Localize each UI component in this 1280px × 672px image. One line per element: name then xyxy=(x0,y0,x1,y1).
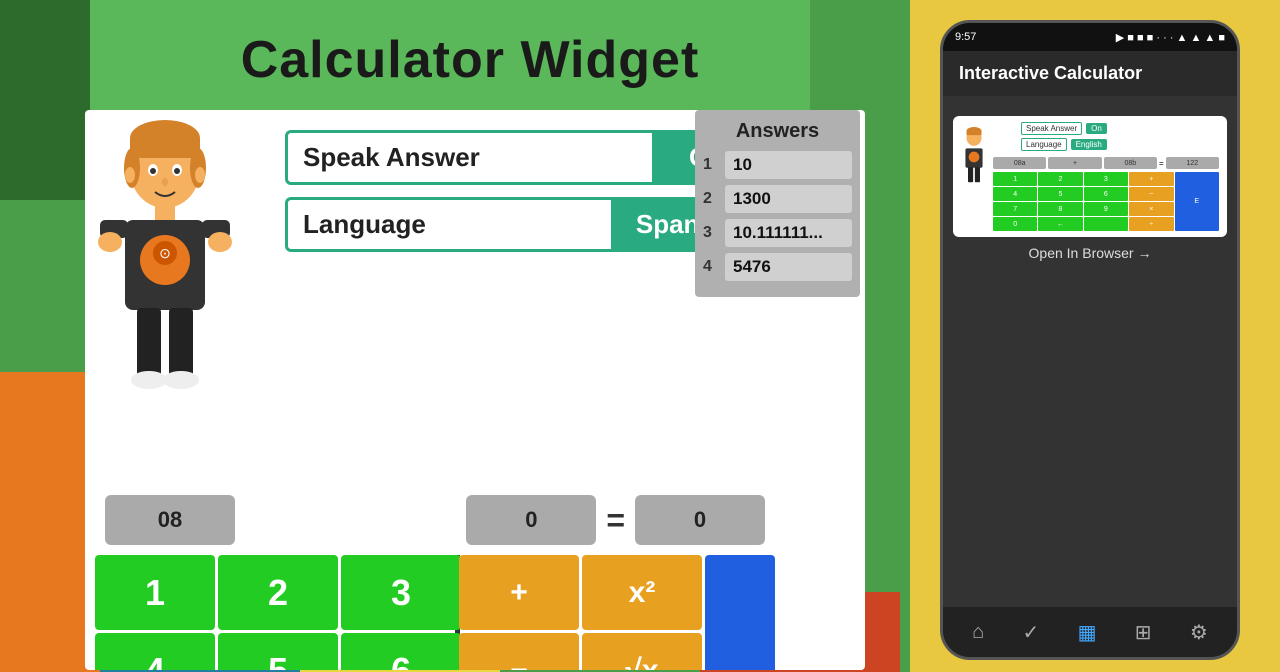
number-keypad: 1 2 3 4 5 6 7 8 9 0 ← xyxy=(95,555,461,670)
phone-lang-val: English xyxy=(1071,139,1107,150)
key-plus[interactable]: + xyxy=(459,555,579,630)
answer-num-3: 3 xyxy=(703,224,721,242)
language-control[interactable]: Language Spanish xyxy=(285,197,765,252)
answer-row-1: 1 10 xyxy=(703,151,852,179)
answer-val-4: 5476 xyxy=(725,253,852,281)
key-1[interactable]: 1 xyxy=(95,555,215,630)
page-title: Calculator Widget xyxy=(130,30,810,90)
phone-time: 9:57 xyxy=(955,31,976,43)
phone-preview-wrapper: Speak Answer On Language English 08a + 0… xyxy=(959,122,1221,231)
answers-panel: Answers 1 10 2 1300 3 10.111111... 4 547… xyxy=(695,110,860,297)
phone-lang-label: Language xyxy=(1021,138,1067,151)
phone-key-4: 4 xyxy=(993,187,1037,201)
phone-nav-calc[interactable]: ▦ xyxy=(1078,620,1097,645)
answers-title: Answers xyxy=(703,120,852,143)
phone-op-minus: − xyxy=(1129,187,1174,201)
display-right: 0 xyxy=(635,495,765,545)
enter-button[interactable]: ENTER xyxy=(705,555,775,670)
answer-row-2: 2 1300 xyxy=(703,185,852,213)
phone-nav-bar: ⌂ ✓ ▦ ⊞ ⚙ xyxy=(943,607,1237,657)
phone-header: Interactive Calculator xyxy=(943,51,1237,96)
phone-enter: E xyxy=(1175,172,1220,231)
answer-num-2: 2 xyxy=(703,190,721,208)
phone-calculator-preview: Speak Answer On Language English 08a + 0… xyxy=(953,116,1227,237)
key-3[interactable]: 3 xyxy=(341,555,461,630)
phone-op-plus: + xyxy=(1129,172,1174,186)
phone-key-7: 7 xyxy=(993,202,1037,216)
phone-op-x: × xyxy=(1129,202,1174,216)
phone-disp-a: 08a xyxy=(993,157,1046,169)
phone-display-row: 08a + 08b = 122 xyxy=(991,157,1221,169)
phone-icons: ▶ ■ ■ ■ · · · ▲ ▲ ▲ ■ xyxy=(1116,31,1225,44)
speak-answer-control[interactable]: Speak Answer On xyxy=(285,130,765,185)
bg-left-dark xyxy=(0,0,90,200)
avatar-area: ⊙ xyxy=(95,120,275,400)
answer-val-1: 10 xyxy=(725,151,852,179)
phone-nav-check[interactable]: ✓ xyxy=(1023,620,1040,645)
phone-lang-row: Language English xyxy=(1021,138,1221,151)
phone-key-2: 2 xyxy=(1038,172,1082,186)
phone-nav-grid[interactable]: ⊞ xyxy=(1135,620,1152,645)
key-4[interactable]: 4 xyxy=(95,633,215,670)
phone-mini-keypad: 1 2 3 4 5 6 7 8 9 0 ← xyxy=(991,172,1221,231)
phone-speak-label: Speak Answer xyxy=(1021,122,1082,135)
phone-key-6: 6 xyxy=(1084,187,1128,201)
key-2[interactable]: 2 xyxy=(218,555,338,630)
phone-disp-b: + xyxy=(1048,157,1101,169)
phone-avatar xyxy=(959,122,989,192)
display-left: 08 xyxy=(105,495,235,545)
key-6[interactable]: 6 xyxy=(341,633,461,670)
answer-row-4: 4 5476 xyxy=(703,253,852,281)
phone-open-browser[interactable]: Open In Browser → xyxy=(1021,237,1160,269)
answer-val-3: 10.111111... xyxy=(725,219,852,247)
phone-key-e xyxy=(1084,217,1128,231)
phone-nav-home[interactable]: ⌂ xyxy=(972,621,984,644)
answer-val-2: 1300 xyxy=(725,185,852,213)
phone-status-bar: 9:57 ▶ ■ ■ ■ · · · ▲ ▲ ▲ ■ xyxy=(943,23,1237,51)
phone-header-title: Interactive Calculator xyxy=(959,63,1142,83)
answer-num-4: 4 xyxy=(703,258,721,276)
phone-nav-settings[interactable]: ⚙ xyxy=(1190,620,1208,645)
language-label: Language xyxy=(288,209,611,240)
phone-key-9: 9 xyxy=(1084,202,1128,216)
controls-area: Speak Answer On Language Spanish xyxy=(285,130,765,264)
key-minus[interactable]: − xyxy=(459,633,579,670)
phone-op-div: ÷ xyxy=(1129,217,1174,231)
operator-keypad: + x² − √x × (+/−) ÷ xyxy=(459,555,702,670)
phone-key-1: 1 xyxy=(993,172,1037,186)
display-middle: 0 xyxy=(466,495,596,545)
phone-speak-val: On xyxy=(1086,123,1107,134)
key-5[interactable]: 5 xyxy=(218,633,338,670)
phone-mockup: 9:57 ▶ ■ ■ ■ · · · ▲ ▲ ▲ ■ Interactive C… xyxy=(940,20,1240,660)
answer-row-3: 3 10.111111... xyxy=(703,219,852,247)
equals-sign: = xyxy=(606,502,625,539)
phone-key-3: 3 xyxy=(1084,172,1128,186)
phone-disp-d: 122 xyxy=(1166,157,1219,169)
phone-disp-c: 08b xyxy=(1104,157,1157,169)
display-row: 08 0 = 0 xyxy=(95,495,775,545)
phone-preview-controls: Speak Answer On Language English xyxy=(991,122,1221,151)
phone-content: Speak Answer On Language English 08a + 0… xyxy=(943,96,1237,607)
key-sqrt[interactable]: √x xyxy=(582,633,702,670)
phone-key-0: 0 xyxy=(993,217,1037,231)
phone-key-5: 5 xyxy=(1038,187,1082,201)
answer-num-1: 1 xyxy=(703,156,721,174)
speak-answer-label: Speak Answer xyxy=(288,142,652,173)
key-square[interactable]: x² xyxy=(582,555,702,630)
avatar: ⊙ xyxy=(95,120,235,400)
svg-text:⊙: ⊙ xyxy=(159,245,171,261)
phone-key-bk: ← xyxy=(1038,217,1082,231)
phone-speak-row: Speak Answer On xyxy=(1021,122,1221,135)
phone-key-8: 8 xyxy=(1038,202,1082,216)
